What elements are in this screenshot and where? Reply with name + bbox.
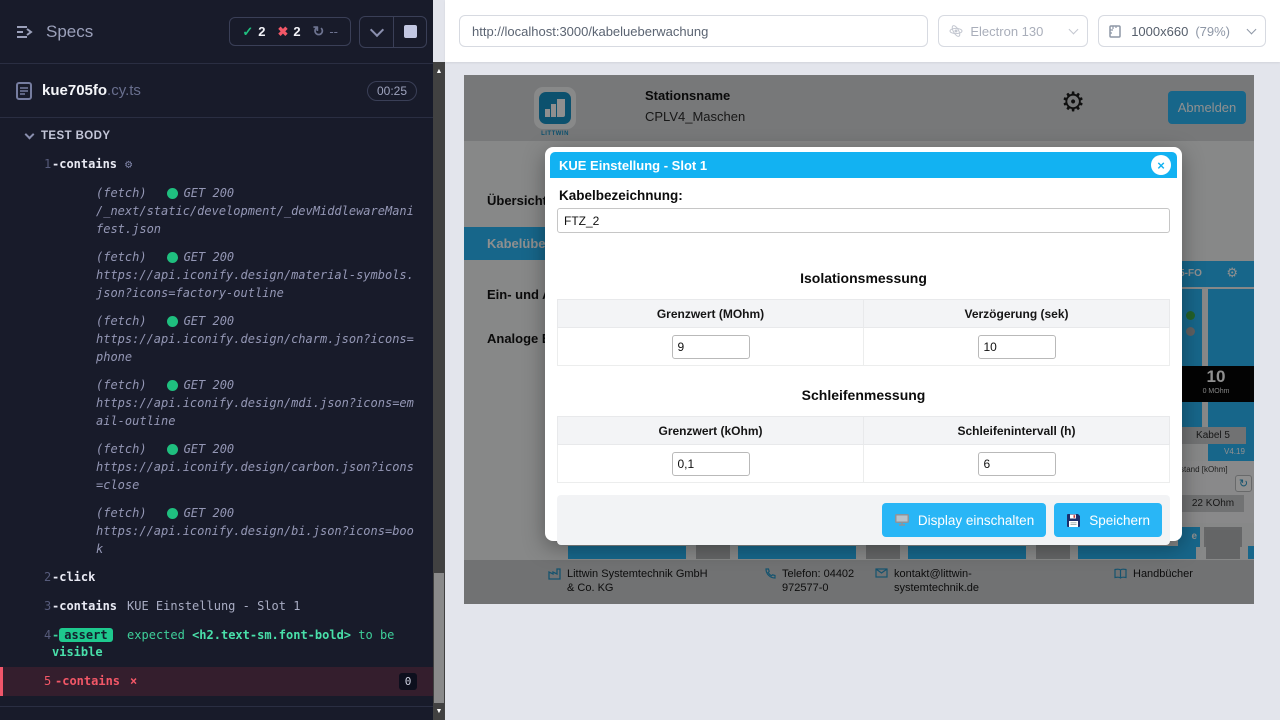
loop-table: Grenzwert (kOhm) Schleifenintervall (h): [557, 416, 1170, 483]
reporter-scrollbar[interactable]: ▲ ▼: [433, 62, 445, 720]
scrollbar-thumb[interactable]: [434, 573, 444, 703]
loop-limit-input[interactable]: [672, 452, 750, 476]
isolation-col1-header: Grenzwert (MOhm): [558, 300, 864, 328]
isolation-limit-input[interactable]: [672, 335, 750, 359]
command-contains-1[interactable]: 1 -contains⚙: [0, 150, 433, 179]
status-ok-icon: [167, 188, 178, 199]
cable-name-label: Kabelbezeichnung:: [559, 188, 1170, 203]
cypress-reporter: Specs ✓2 ✖2 ↻-- kue705fo.cy.ts 00:25 TES…: [0, 0, 433, 720]
fetch-log-1: (fetch)GET 200 /_next/static/development…: [0, 179, 433, 243]
modal-title: KUE Einstellung - Slot 1: [559, 158, 707, 173]
isolation-col2-header: Verzögerung (sek): [864, 300, 1170, 328]
modal-header: KUE Einstellung - Slot 1 ×: [550, 152, 1177, 178]
isolation-section-title: Isolationsmessung: [557, 270, 1170, 286]
specs-label[interactable]: Specs: [46, 22, 93, 42]
floppy-disk-icon: [1066, 513, 1081, 528]
display-on-button[interactable]: Display einschalten: [882, 503, 1046, 537]
fetch-log-6: (fetch)GET 200 https://api.iconify.desig…: [0, 499, 433, 563]
specs-list-icon[interactable]: [16, 24, 36, 40]
monitor-icon: [894, 513, 910, 527]
collapse-button[interactable]: [360, 17, 393, 47]
url-input[interactable]: [459, 15, 928, 47]
log-divider: [0, 706, 433, 707]
spec-file-icon: [16, 82, 32, 100]
test-body-label: TEST BODY: [41, 130, 110, 142]
modal-body: Kabelbezeichnung: Isolationsmessung Gren…: [550, 178, 1177, 545]
stat-pending: ↻--: [313, 23, 338, 40]
command-click[interactable]: 2 -click: [0, 563, 433, 592]
command-log: 1 -contains⚙ (fetch)GET 200 /_next/stati…: [0, 150, 433, 707]
main-area: Electron 130 1000x660 (79%) LITTWIN Stat…: [445, 0, 1280, 720]
loop-section-title: Schleifenmessung: [557, 387, 1170, 403]
status-ok-icon: [167, 508, 178, 519]
fail-x-icon: ×: [130, 674, 137, 688]
scroll-down-arrow[interactable]: ▼: [433, 704, 445, 718]
pending-icon: ↻: [313, 23, 325, 40]
test-body-toggle[interactable]: TEST BODY: [0, 118, 433, 150]
status-ok-icon: [167, 252, 178, 263]
fetch-log-2: (fetch)GET 200 https://api.iconify.desig…: [0, 243, 433, 307]
loop-col2-header: Schleifenintervall (h): [864, 417, 1170, 445]
gear-icon: ⚙: [125, 157, 132, 171]
isolation-delay-input[interactable]: [978, 335, 1056, 359]
fetch-log-4: (fetch)GET 200 https://api.iconify.desig…: [0, 371, 433, 435]
assert-chip: assert: [59, 628, 112, 642]
chevron-down-icon: [369, 22, 383, 36]
fail-count-badge: 0: [399, 673, 417, 690]
loop-col1-header: Grenzwert (kOhm): [558, 417, 864, 445]
kue-settings-modal: KUE Einstellung - Slot 1 × Kabelbezeichn…: [545, 147, 1182, 541]
command-contains-failed[interactable]: 5 -contains× 0: [0, 667, 433, 696]
stat-failed: ✖2: [277, 24, 300, 40]
spec-timer: 00:25: [367, 81, 417, 101]
browser-toolbar: Electron 130 1000x660 (79%): [445, 0, 1280, 62]
cable-name-input[interactable]: [557, 208, 1170, 233]
spec-name: kue705fo: [42, 82, 107, 99]
status-ok-icon: [167, 380, 178, 391]
stop-button[interactable]: [393, 17, 426, 47]
stop-icon: [404, 25, 417, 38]
command-contains-3[interactable]: 3 -containsKUE Einstellung - Slot 1: [0, 592, 433, 621]
status-ok-icon: [167, 316, 178, 327]
app-under-test: LITTWIN Stationsname CPLV4_Maschen ⚙ Abm…: [464, 75, 1254, 604]
close-icon[interactable]: ×: [1151, 155, 1171, 175]
runner-controls: [359, 16, 427, 48]
chevron-down-icon: [1247, 25, 1257, 35]
reporter-header: Specs ✓2 ✖2 ↻--: [0, 0, 433, 64]
spec-ext: .cy.ts: [107, 82, 141, 99]
status-ok-icon: [167, 444, 178, 455]
scroll-up-arrow[interactable]: ▲: [433, 64, 445, 78]
test-stats: ✓2 ✖2 ↻--: [229, 17, 351, 46]
electron-icon: [949, 24, 963, 38]
command-assert[interactable]: 4 -assert expected <h2.text-sm.font-bold…: [0, 621, 433, 667]
isolation-table: Grenzwert (MOhm) Verzögerung (sek): [557, 299, 1170, 366]
browser-select[interactable]: Electron 130: [938, 15, 1088, 47]
save-button[interactable]: Speichern: [1054, 503, 1162, 537]
spec-row[interactable]: kue705fo.cy.ts 00:25: [0, 64, 433, 118]
failed-icon: ✖: [277, 24, 288, 40]
stat-passed: ✓2: [242, 24, 265, 40]
chevron-down-icon: [25, 130, 35, 140]
fetch-log-3: (fetch)GET 200 https://api.iconify.desig…: [0, 307, 433, 371]
viewport-select[interactable]: 1000x660 (79%): [1098, 15, 1266, 47]
passed-icon: ✓: [242, 24, 253, 40]
chevron-down-icon: [1069, 25, 1079, 35]
loop-interval-input[interactable]: [978, 452, 1056, 476]
modal-footer: Display einschalten Speichern: [557, 495, 1170, 545]
ruler-icon: [1109, 24, 1124, 38]
fetch-log-5: (fetch)GET 200 https://api.iconify.desig…: [0, 435, 433, 499]
